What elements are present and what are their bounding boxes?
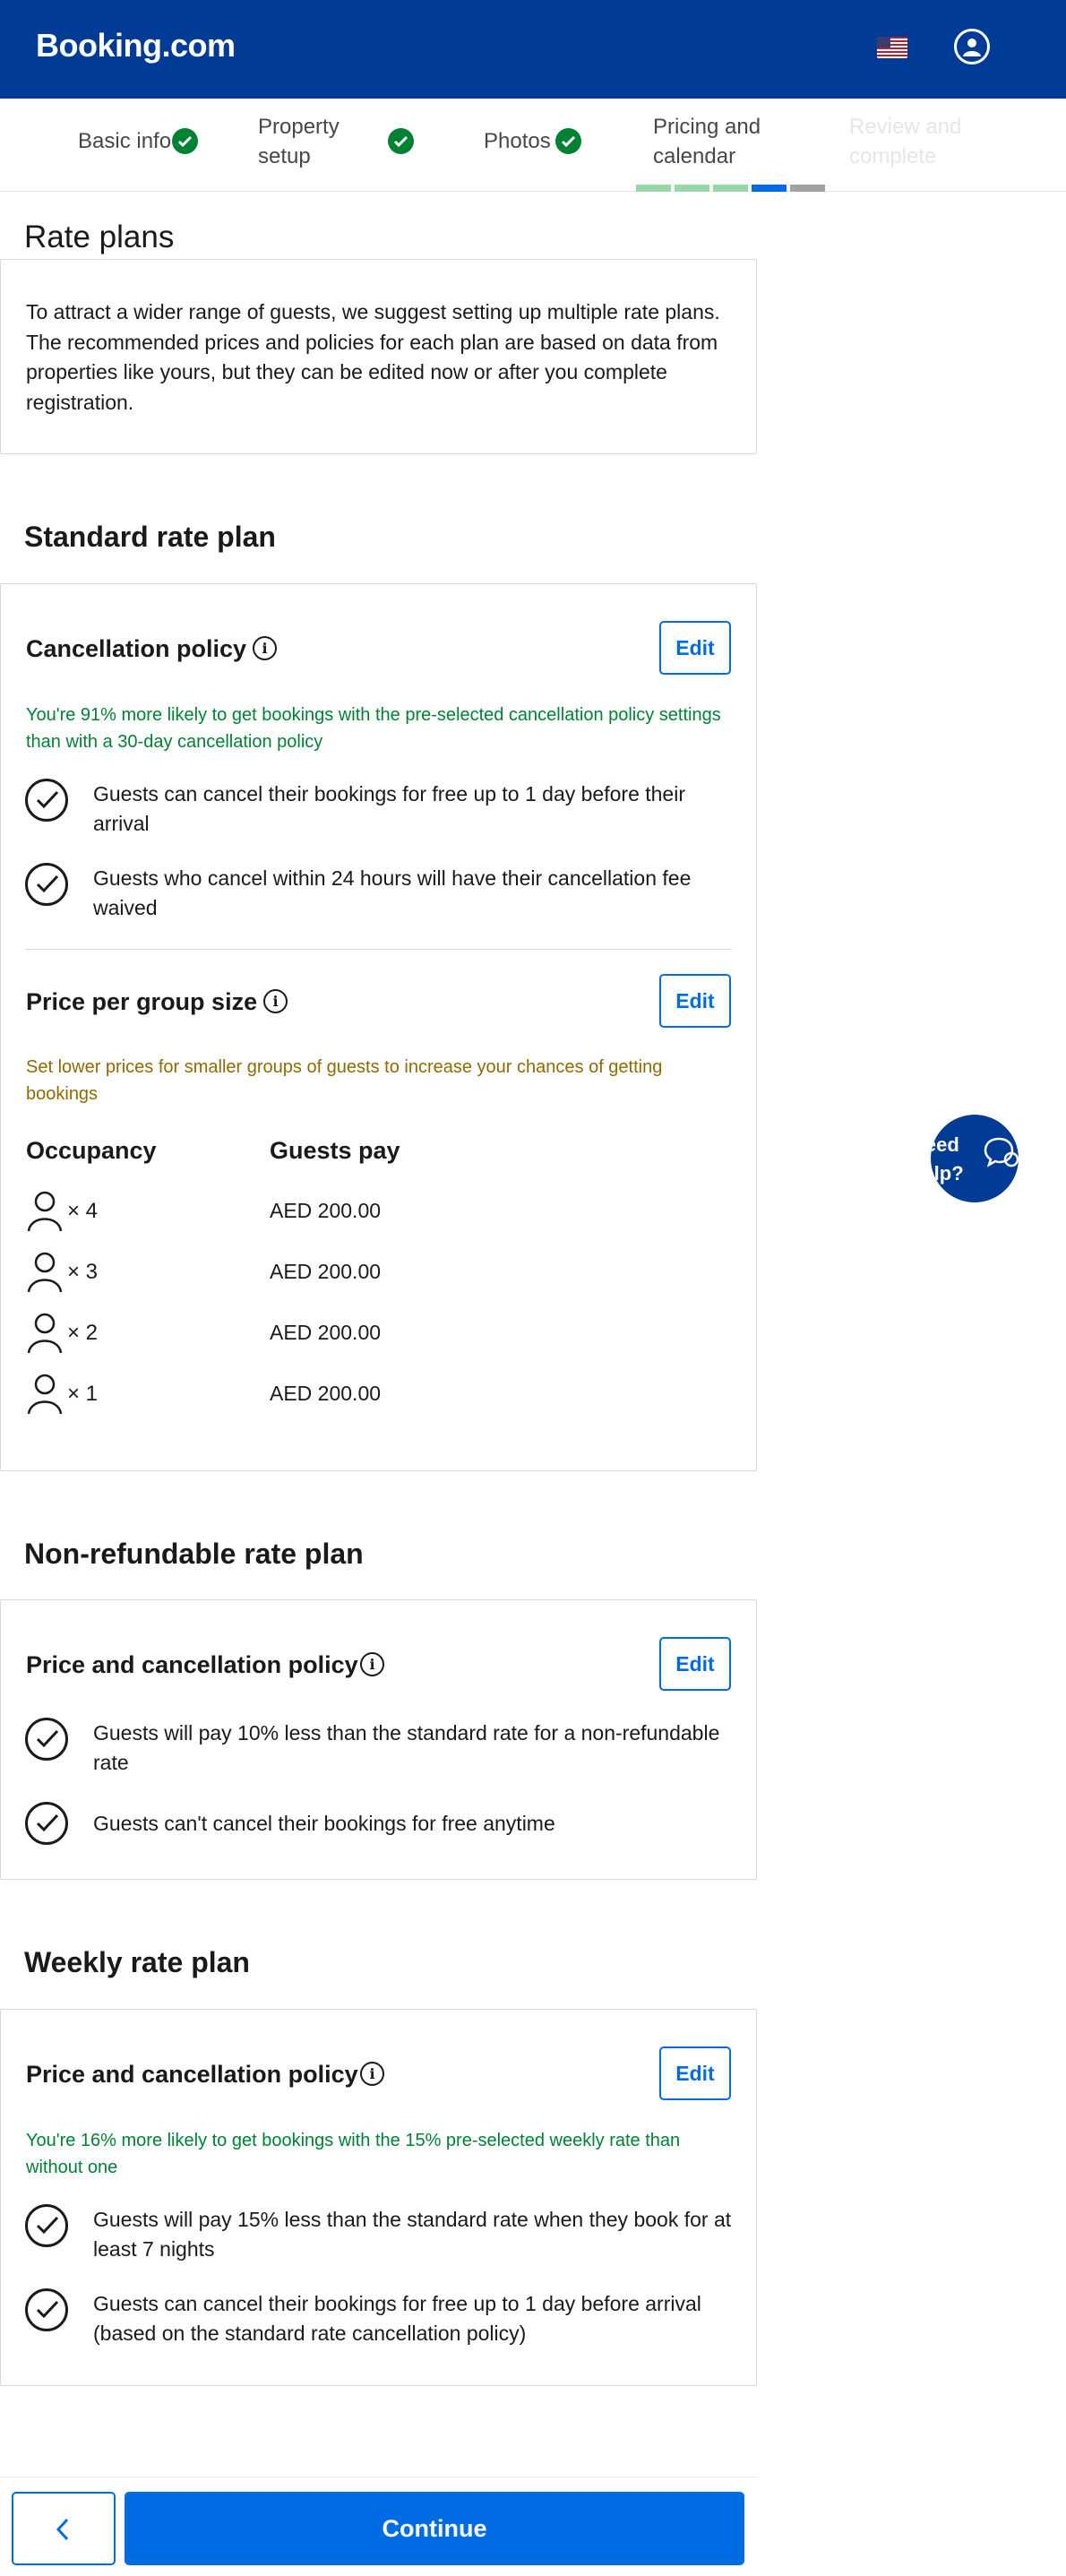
cancellation-item: Guests can cancel their bookings for fre…	[93, 782, 685, 835]
user-icon[interactable]	[954, 29, 990, 65]
check-icon	[25, 2288, 68, 2331]
step-basic-info[interactable]: Basic info	[78, 126, 171, 156]
need-help-button[interactable]: Need help?	[931, 1115, 1019, 1202]
occupancy-price: AED 200.00	[270, 1321, 382, 1344]
info-icon[interactable]: i	[253, 636, 277, 660]
footer-bar: Continue	[0, 2477, 757, 2576]
occupancy-count: × 4	[67, 1199, 99, 1223]
occupancy-count: × 3	[67, 1260, 99, 1284]
policy-item: Guests will pay 15% less than the standa…	[93, 2208, 732, 2261]
occupancy-count: × 2	[67, 1321, 99, 1345]
standard-plan-title: Standard rate plan	[24, 521, 276, 553]
info-icon[interactable]: i	[263, 989, 288, 1013]
check-circle-icon	[555, 128, 581, 154]
divider	[26, 949, 732, 950]
weekly-plan-title: Weekly rate plan	[24, 1946, 250, 1978]
person-icon	[27, 1313, 63, 1354]
check-icon	[25, 779, 68, 822]
info-icon[interactable]: i	[360, 2062, 384, 2086]
weekly-recommendation-note: You're 16% more likely to get bookings w…	[26, 2131, 681, 2177]
cancellation-policy-title: Cancellation policy	[26, 635, 247, 662]
back-button[interactable]	[12, 2492, 116, 2565]
nonrefundable-plan-card: Price and cancellation policy i Edit Gue…	[0, 1599, 757, 1880]
us-flag-icon[interactable]	[877, 37, 907, 58]
occupancy-price: AED 200.00	[270, 1199, 382, 1222]
top-header: Booking.com	[0, 0, 1066, 99]
nonrefundable-policy-title: Price and cancellation policy	[26, 1651, 358, 1678]
standard-plan-card: Cancellation policy i Edit You're 91% mo…	[0, 583, 757, 1471]
policy-item: Guests can cancel their bookings for fre…	[93, 2292, 701, 2345]
nonrefundable-plan-title: Non-refundable rate plan	[24, 1538, 364, 1570]
check-circle-icon	[172, 128, 198, 154]
occupancy-row: × 3 AED 200.00	[26, 1251, 725, 1296]
page-title: Rate plans	[24, 220, 175, 254]
edit-cancellation-policy-button[interactable]: Edit	[659, 621, 731, 675]
continue-button[interactable]: Continue	[125, 2492, 744, 2565]
policy-item: Guests will pay 10% less than the standa…	[93, 1721, 720, 1774]
check-circle-icon	[388, 128, 414, 154]
occupancy-price: AED 200.00	[270, 1382, 382, 1405]
occupancy-row: × 1 AED 200.00	[26, 1373, 725, 1417]
weekly-plan-card: Price and cancellation policy i Edit You…	[0, 2009, 757, 2386]
edit-weekly-button[interactable]: Edit	[659, 2046, 731, 2100]
policy-item: Guests can't cancel their bookings for f…	[93, 1812, 555, 1835]
chat-bubble-icon	[984, 1137, 1019, 1167]
person-icon	[27, 1252, 63, 1293]
intro-card: To attract a wider range of guests, we s…	[0, 259, 757, 454]
guests-pay-column-header: Guests pay	[270, 1137, 400, 1164]
check-icon	[25, 2204, 68, 2247]
info-icon[interactable]: i	[360, 1652, 384, 1676]
step-photos[interactable]: Photos	[484, 126, 551, 156]
cancellation-item: Guests who cancel within 24 hours will h…	[93, 866, 692, 919]
edit-group-price-button[interactable]: Edit	[659, 974, 731, 1028]
check-icon	[25, 863, 68, 906]
edit-nonrefundable-button[interactable]: Edit	[659, 1637, 731, 1691]
step-pricing-calendar[interactable]: Pricing and calendar	[653, 112, 787, 171]
chevron-left-icon	[56, 2518, 69, 2541]
booking-logo[interactable]: Booking.com	[36, 27, 236, 65]
weekly-policy-title: Price and cancellation policy	[26, 2061, 358, 2088]
occupancy-count: × 1	[67, 1382, 99, 1406]
group-size-title: Price per group size	[26, 988, 258, 1015]
person-icon	[27, 1374, 63, 1415]
pricing-step-progress	[636, 185, 825, 192]
step-property-setup[interactable]: Property setup	[258, 112, 365, 171]
cancellation-recommendation-note: You're 91% more likely to get bookings w…	[26, 705, 721, 752]
person-icon	[27, 1191, 63, 1232]
occupancy-row: × 4 AED 200.00	[26, 1190, 725, 1235]
progress-steps: Basic info Property setup Photos Pricing…	[0, 99, 1066, 192]
check-icon	[25, 1718, 68, 1761]
occupancy-price: AED 200.00	[270, 1260, 382, 1283]
intro-text: To attract a wider range of guests, we s…	[26, 300, 720, 414]
group-size-note: Set lower prices for smaller groups of g…	[26, 1057, 663, 1104]
occupancy-column-header: Occupancy	[26, 1137, 157, 1164]
step-review-complete: Review and complete	[849, 115, 962, 168]
occupancy-row: × 2 AED 200.00	[26, 1312, 725, 1357]
check-icon	[25, 1802, 68, 1845]
